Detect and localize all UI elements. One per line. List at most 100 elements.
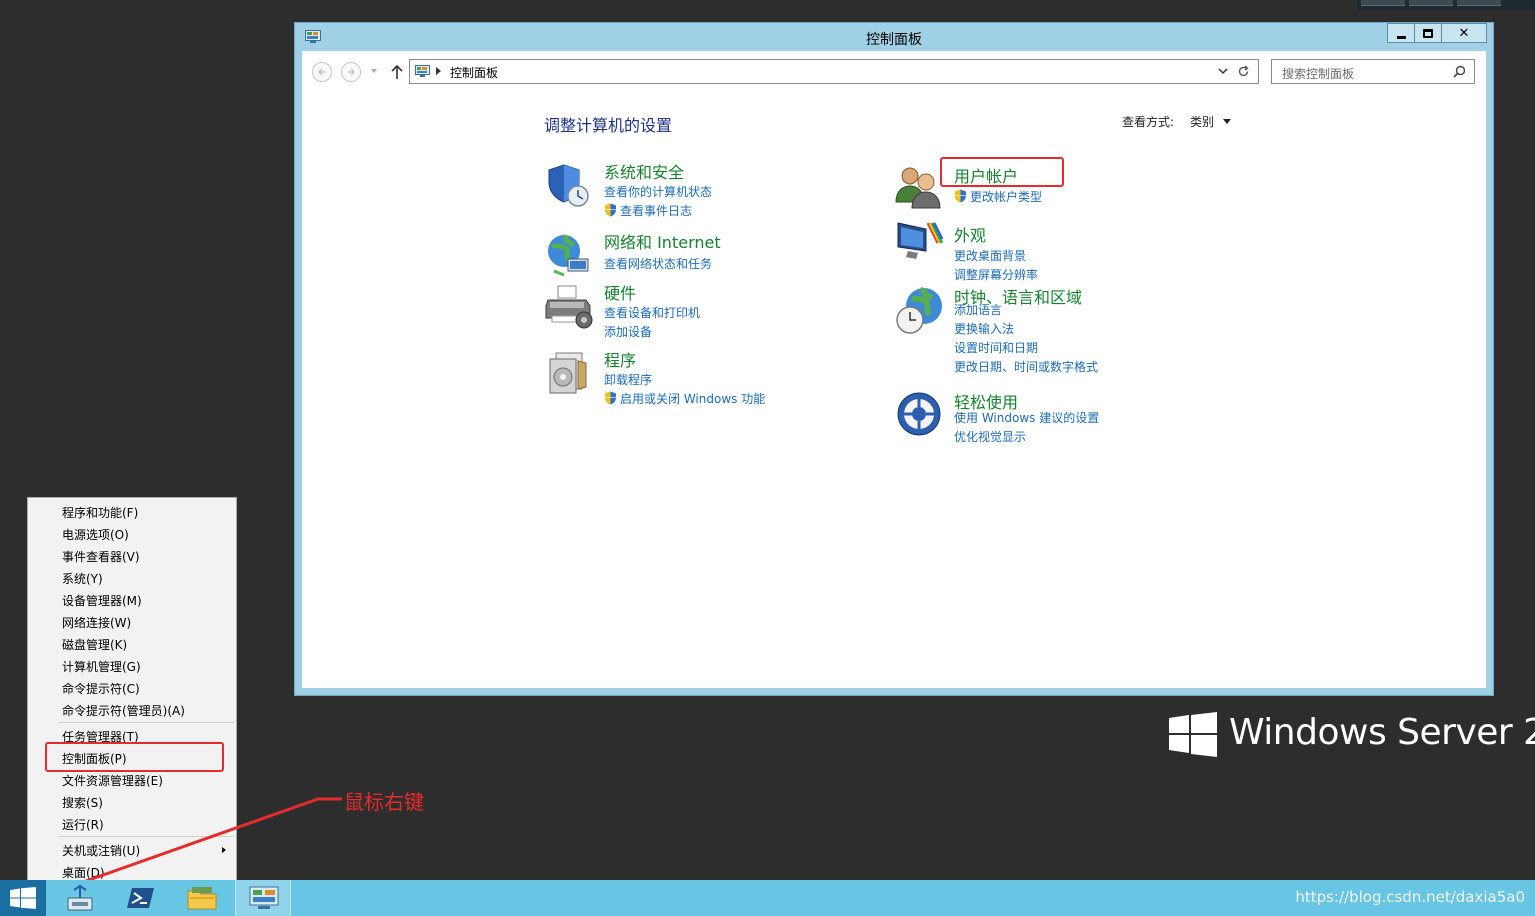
windows-logo-icon — [1169, 712, 1217, 757]
uac-shield-icon — [955, 189, 966, 203]
appearance-monitor-icon[interactable] — [894, 215, 944, 265]
menu-separator — [58, 836, 234, 837]
maximize-icon — [1423, 28, 1433, 38]
category-title[interactable]: 硬件 — [604, 280, 636, 304]
network-globe-icon[interactable] — [544, 229, 594, 279]
link-text: 启用或关闭 Windows 功能 — [620, 392, 766, 406]
view-by-dropdown[interactable]: 类别 — [1190, 113, 1214, 130]
back-arrow-icon — [317, 68, 325, 76]
control-panel-icon — [249, 886, 279, 909]
remnant-button — [1409, 0, 1453, 6]
uac-shield-icon — [605, 391, 616, 405]
dropdown-arrow-icon[interactable] — [1223, 119, 1231, 124]
annotation-label: 鼠标右键 — [344, 790, 424, 814]
category-title[interactable]: 系统和安全 — [604, 159, 684, 183]
power-user-menu: 程序和功能(F) 电源选项(O) 事件查看器(V) 系统(Y) 设备管理器(M)… — [27, 497, 237, 883]
category-appearance: 外观 更改桌面背景 调整屏幕分辨率 — [894, 215, 1134, 282]
address-bar[interactable]: 控制面板 — [409, 59, 1259, 84]
close-button[interactable]: ✕ — [1441, 23, 1487, 43]
link-view-event-log[interactable]: 查看事件日志 — [604, 202, 692, 219]
shield-clock-icon[interactable] — [544, 159, 594, 209]
link-add-language[interactable]: 添加语言 — [954, 301, 1002, 318]
link-change-input-method[interactable]: 更换输入法 — [954, 320, 1014, 337]
menu-item-computer-management[interactable]: 计算机管理(G) — [62, 658, 141, 675]
link-change-account-type[interactable]: 更改帐户类型 — [954, 188, 1042, 205]
link-uninstall-program[interactable]: 卸载程序 — [604, 371, 652, 388]
users-icon[interactable] — [894, 162, 944, 212]
remnant-button — [1457, 0, 1501, 6]
category-clock-language-region: 时钟、语言和区域 添加语言 更换输入法 设置时间和日期 更改日期、时间或数字格式 — [894, 284, 1134, 384]
menu-item-run[interactable]: 运行(R) — [62, 816, 104, 833]
menu-item-network-connections[interactable]: 网络连接(W) — [62, 614, 131, 631]
menu-item-shutdown-signout[interactable]: 关机或注销(U) — [62, 842, 140, 859]
menu-item-disk-management[interactable]: 磁盘管理(K) — [62, 636, 127, 653]
up-arrow-icon[interactable] — [390, 63, 404, 81]
menu-item-system[interactable]: 系统(Y) — [62, 570, 103, 587]
link-view-computer-status[interactable]: 查看你的计算机状态 — [604, 183, 712, 200]
category-network: 网络和 Internet 查看网络状态和任务 — [544, 229, 784, 279]
start-button[interactable] — [0, 880, 46, 916]
back-button[interactable] — [312, 62, 332, 82]
minimize-button[interactable] — [1387, 23, 1415, 43]
link-recommended-settings[interactable]: 使用 Windows 建议的设置 — [954, 409, 1099, 426]
title-bar[interactable]: 控制面板 ✕ — [295, 23, 1493, 51]
link-devices-printers[interactable]: 查看设备和打印机 — [604, 304, 700, 321]
category-title[interactable]: 外观 — [954, 222, 986, 246]
menu-item-programs-features[interactable]: 程序和功能(F) — [62, 504, 138, 521]
forward-button[interactable] — [341, 62, 361, 82]
menu-item-device-manager[interactable]: 设备管理器(M) — [62, 592, 142, 609]
link-text: 更改帐户类型 — [970, 190, 1043, 204]
link-optimize-display[interactable]: 优化视觉显示 — [954, 428, 1026, 445]
printer-icon[interactable] — [544, 280, 594, 330]
menu-item-command-prompt[interactable]: 命令提示符(C) — [62, 680, 140, 697]
taskbar-file-explorer[interactable] — [174, 880, 230, 916]
taskbar-powershell[interactable] — [113, 880, 169, 916]
server-manager-icon — [67, 884, 93, 911]
window-title: 控制面板 — [866, 32, 922, 48]
control-panel-icon — [415, 65, 430, 77]
globe-clock-icon[interactable] — [894, 286, 944, 336]
breadcrumb-separator-icon — [436, 67, 441, 75]
programs-icon[interactable] — [544, 347, 594, 397]
highlight-box-user-accounts — [940, 157, 1064, 187]
window-controls: ✕ — [1387, 23, 1487, 43]
link-network-status[interactable]: 查看网络状态和任务 — [604, 255, 712, 272]
menu-item-power-options[interactable]: 电源选项(O) — [62, 526, 129, 543]
recent-locations-dropdown[interactable] — [371, 69, 377, 73]
category-hardware: 硬件 查看设备和打印机 添加设备 — [544, 280, 784, 340]
link-screen-resolution[interactable]: 调整屏幕分辨率 — [954, 266, 1038, 283]
taskbar-control-panel[interactable] — [235, 880, 291, 916]
menu-item-event-viewer[interactable]: 事件查看器(V) — [62, 548, 140, 565]
taskbar-server-manager[interactable] — [52, 880, 108, 916]
menu-item-search[interactable]: 搜索(S) — [62, 794, 103, 811]
link-add-device[interactable]: 添加设备 — [604, 323, 652, 340]
menu-item-desktop[interactable]: 桌面(D) — [62, 864, 105, 881]
breadcrumb[interactable]: 控制面板 — [450, 64, 498, 81]
link-windows-features[interactable]: 启用或关闭 Windows 功能 — [604, 390, 765, 407]
search-placeholder: 搜索控制面板 — [1282, 67, 1355, 81]
search-input[interactable]: 搜索控制面板 — [1271, 59, 1475, 84]
category-system-security: 系统和安全 查看你的计算机状态 查看事件日志 — [544, 159, 784, 219]
menu-item-file-explorer[interactable]: 文件资源管理器(E) — [62, 772, 163, 789]
category-ease-of-access: 轻松使用 使用 Windows 建议的设置 优化视觉显示 — [894, 389, 1134, 449]
powershell-icon — [127, 888, 154, 908]
close-icon: ✕ — [1458, 25, 1470, 41]
chevron-down-icon[interactable] — [1218, 66, 1228, 76]
link-set-time-date[interactable]: 设置时间和日期 — [954, 339, 1038, 356]
link-change-date-format[interactable]: 更改日期、时间或数字格式 — [954, 358, 1098, 375]
minimize-icon — [1396, 35, 1406, 39]
search-icon[interactable] — [1453, 65, 1466, 78]
menu-item-command-prompt-admin[interactable]: 命令提示符(管理员)(A) — [62, 702, 185, 719]
uac-shield-icon — [605, 203, 616, 217]
menu-separator — [58, 722, 234, 723]
page-heading: 调整计算机的设置 — [544, 116, 673, 135]
link-change-desktop-background[interactable]: 更改桌面背景 — [954, 247, 1026, 264]
window-content: 控制面板 搜索控制面板 调整计算机的设置 查看方式: 类别 系统和安全 查看你的… — [302, 51, 1486, 688]
category-title[interactable]: 程序 — [604, 347, 636, 371]
maximize-button[interactable] — [1414, 23, 1442, 43]
category-title[interactable]: 网络和 Internet — [604, 229, 721, 253]
refresh-icon[interactable] — [1237, 65, 1250, 78]
ease-of-access-icon[interactable] — [894, 389, 944, 439]
remnant-button — [1361, 0, 1405, 6]
windows-start-icon — [10, 887, 36, 909]
